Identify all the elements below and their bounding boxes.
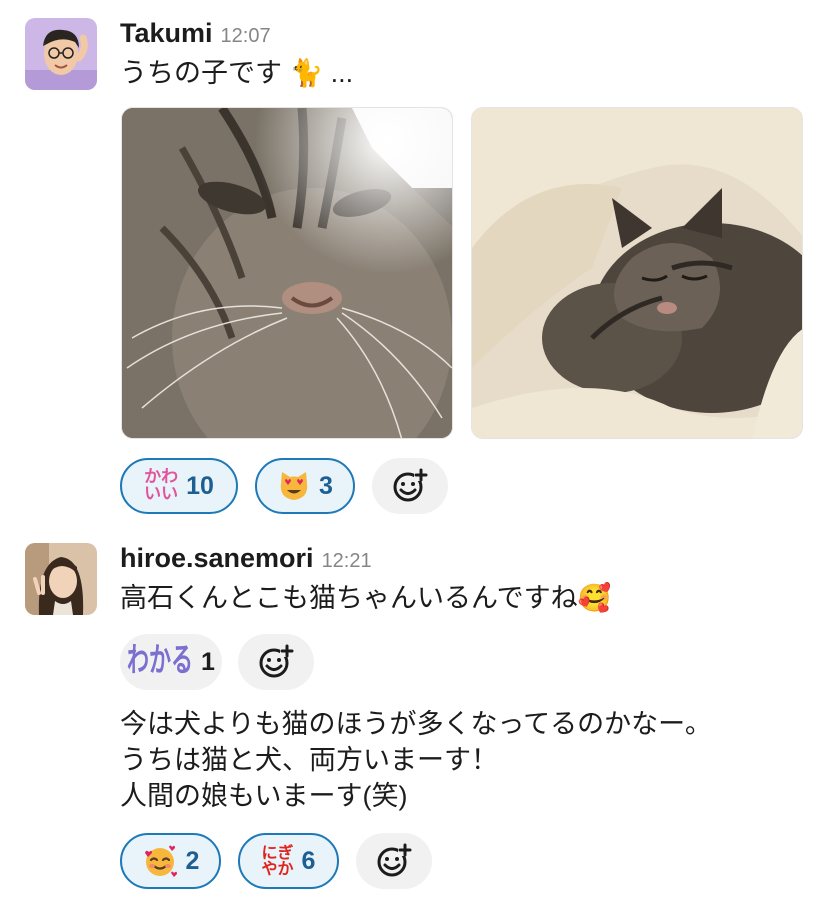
nigiyaka-icon-text-bottom: やか xyxy=(261,859,294,878)
kawaii-icon: かわ いい xyxy=(144,469,178,503)
message-line: 人間の娘もいまーす(笑) xyxy=(120,781,408,811)
nigiyaka-icon: にぎ やか xyxy=(262,845,294,877)
add-emoji-icon xyxy=(393,468,428,502)
message-timestamp[interactable]: 12:21 xyxy=(322,550,372,572)
message-timestamp[interactable]: 12:07 xyxy=(221,25,271,47)
kawaii-icon-text-bottom: いい xyxy=(144,484,179,504)
wakaru-icon: わかる xyxy=(127,645,193,678)
reaction-heart-eyes-cat[interactable]: 3 xyxy=(255,458,355,514)
message-text: 今は犬よりも猫のほうが多くなってるのかなー。 うちは猫と犬、両方いまーす！ 人間… xyxy=(120,706,712,814)
add-reaction-button[interactable] xyxy=(238,634,314,690)
reaction-count: 3 xyxy=(319,471,333,500)
reaction-nigiyaka[interactable]: にぎ やか 6 xyxy=(238,833,339,889)
author-name[interactable]: hiroe.sanemori xyxy=(120,543,314,573)
message-text: 高石くんとこも猫ちゃんいるんですね🥰 xyxy=(120,583,612,613)
reaction-count: 1 xyxy=(201,647,215,676)
message-author[interactable]: hiroe.sanemori 12:21 xyxy=(120,543,372,574)
cat-photo-2[interactable] xyxy=(471,107,803,439)
wakaru-icon-text: わかる xyxy=(127,642,194,680)
avatar-hiroe[interactable] xyxy=(25,543,97,615)
message-author[interactable]: Takumi 12:07 xyxy=(120,18,271,49)
heart-eyes-cat-icon xyxy=(277,469,311,503)
add-emoji-icon xyxy=(377,843,412,877)
smiling-face-with-hearts-icon xyxy=(142,843,178,879)
add-reaction-button[interactable] xyxy=(356,833,432,889)
message-line: うちは猫と犬、両方いまーす！ xyxy=(120,745,498,775)
reaction-wakaru[interactable]: わかる 1 xyxy=(120,634,222,690)
reaction-count: 2 xyxy=(185,846,200,875)
avatar-takumi[interactable] xyxy=(25,18,97,90)
message-line: 今は犬よりも猫のほうが多くなってるのかなー。 xyxy=(120,709,712,739)
reaction-count: 6 xyxy=(301,846,316,875)
cat-photo-1[interactable] xyxy=(121,107,453,439)
author-name[interactable]: Takumi xyxy=(120,18,213,48)
reaction-count: 10 xyxy=(186,471,214,500)
add-reaction-button[interactable] xyxy=(372,458,448,514)
reaction-kawaii[interactable]: かわ いい 10 xyxy=(120,458,238,514)
reaction-smiling-face-with-hearts[interactable]: 2 xyxy=(120,833,221,889)
message-text: うちの子です 🐈 ... xyxy=(120,58,354,88)
add-emoji-icon xyxy=(259,644,294,678)
